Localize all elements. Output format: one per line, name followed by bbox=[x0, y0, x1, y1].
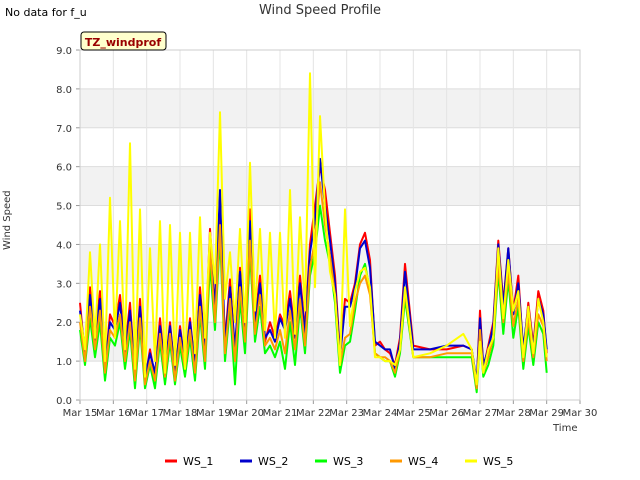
x-tick-label: Mar 23 bbox=[329, 408, 364, 419]
x-tick-label: Mar 29 bbox=[529, 408, 564, 419]
y-tick-label: 2.0 bbox=[56, 318, 72, 329]
wind-speed-chart: 0.01.02.03.04.05.06.07.08.09.0Mar 15Mar … bbox=[56, 31, 598, 468]
y-tick-label: 7.0 bbox=[56, 124, 72, 135]
x-tick-label: Mar 19 bbox=[196, 408, 231, 419]
plot-band bbox=[80, 50, 580, 89]
x-tick-label: Mar 30 bbox=[563, 408, 598, 419]
x-tick-label: Mar 24 bbox=[363, 408, 398, 419]
y-tick-label: 1.0 bbox=[56, 357, 72, 368]
x-tick-label: Mar 16 bbox=[96, 408, 131, 419]
x-tick-label: Mar 26 bbox=[429, 408, 464, 419]
legend: WS_1 WS_2 WS_3 WS_4 WS_5 bbox=[165, 455, 513, 468]
legend-label: WS_1 bbox=[183, 455, 213, 468]
y-tick-label: 9.0 bbox=[56, 46, 72, 57]
x-tick-label: Mar 15 bbox=[63, 408, 98, 419]
x-tick-label: Mar 27 bbox=[463, 408, 498, 419]
y-tick-label: 4.0 bbox=[56, 240, 72, 251]
legend-label: WS_4 bbox=[408, 455, 438, 468]
y-tick-label: 6.0 bbox=[56, 163, 72, 174]
x-tick-label: Mar 17 bbox=[129, 408, 164, 419]
x-tick-label: Mar 22 bbox=[296, 408, 331, 419]
x-tick-label: Mar 18 bbox=[163, 408, 198, 419]
legend-label: WS_2 bbox=[258, 455, 288, 468]
y-tick-label: 8.0 bbox=[56, 85, 72, 96]
x-tick-label: Mar 28 bbox=[496, 408, 531, 419]
site-badge-group: TZ_windprof bbox=[80, 31, 167, 51]
legend-label: WS_3 bbox=[333, 455, 363, 468]
y-tick-label: 5.0 bbox=[56, 202, 72, 213]
x-tick-label: Mar 25 bbox=[396, 408, 431, 419]
plot-band bbox=[80, 88, 580, 128]
x-tick-label: Mar 20 bbox=[229, 408, 264, 419]
y-tick-label: 0.0 bbox=[56, 396, 72, 407]
x-tick-label: Mar 21 bbox=[263, 408, 298, 419]
legend-label: WS_5 bbox=[483, 455, 513, 468]
plot-band bbox=[80, 166, 580, 206]
plot-band bbox=[80, 127, 580, 167]
site-badge: TZ_windprof bbox=[85, 36, 161, 49]
y-tick-label: 3.0 bbox=[56, 279, 72, 290]
